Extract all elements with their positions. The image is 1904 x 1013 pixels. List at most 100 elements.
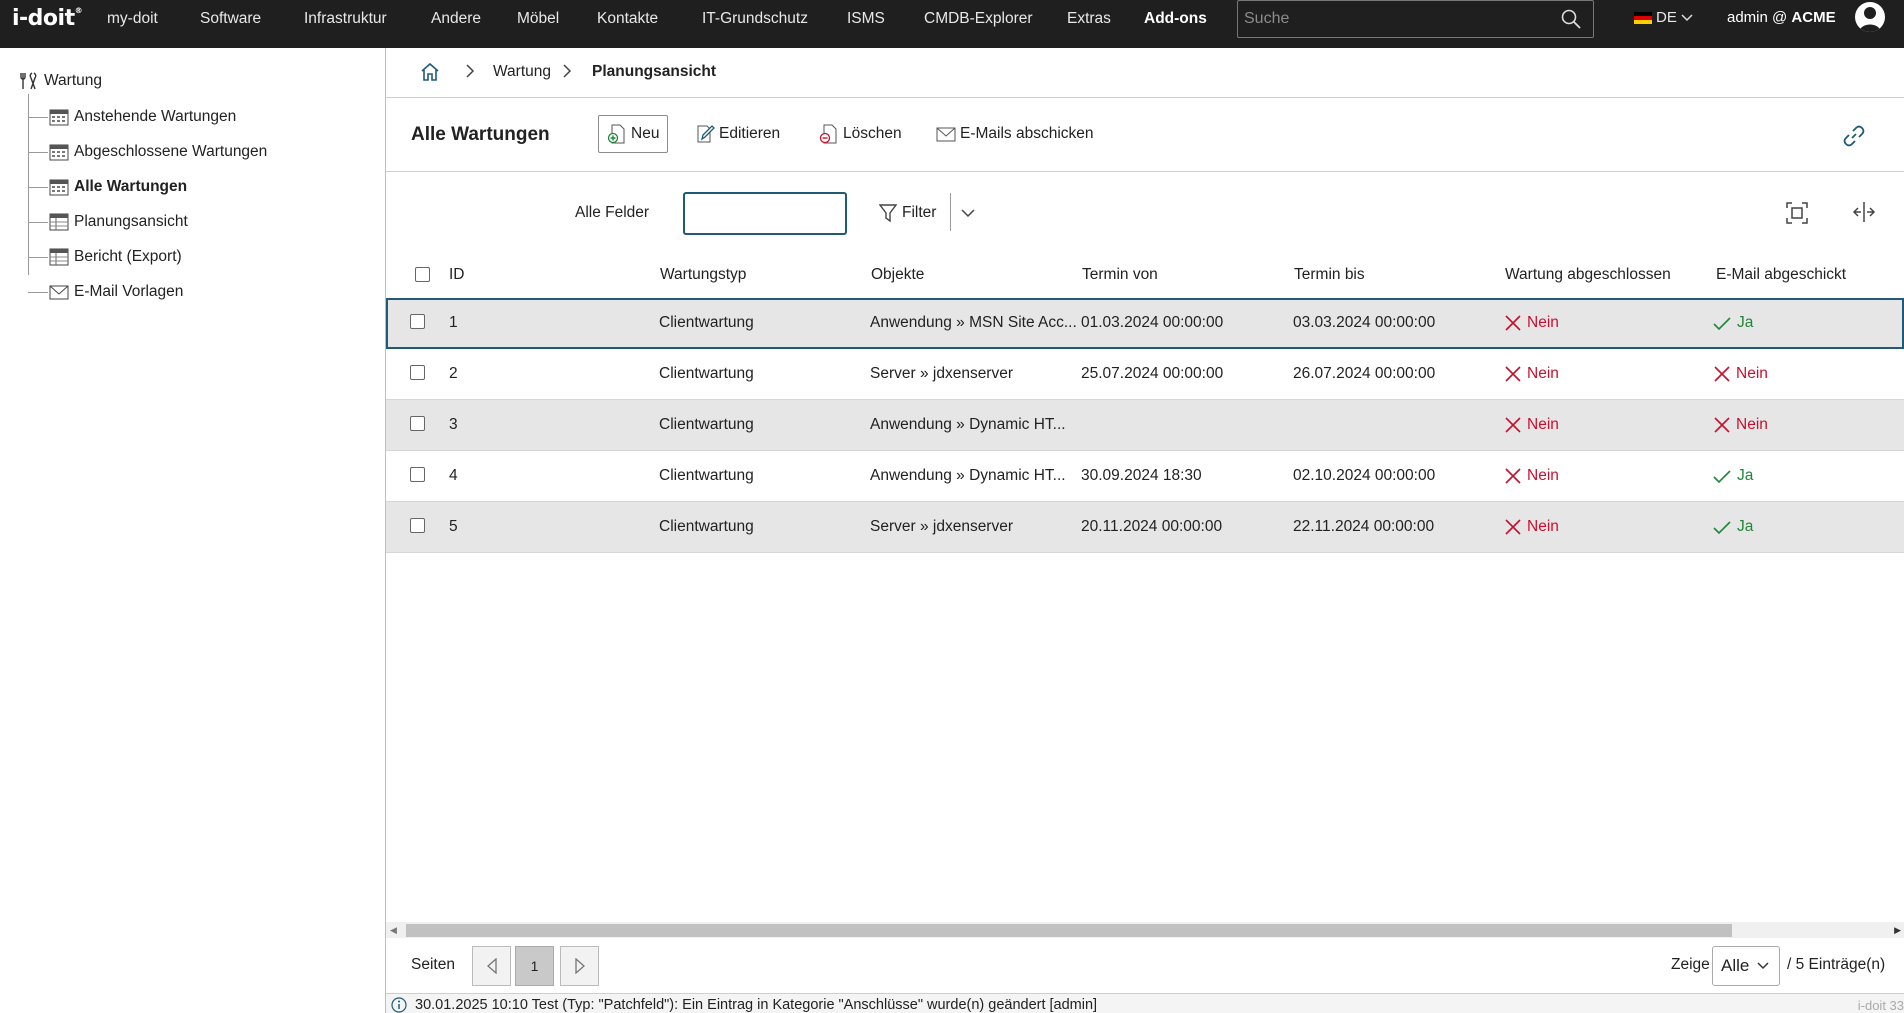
column-header-wartung-abgeschlossen[interactable]: Wartung abgeschlossen bbox=[1505, 266, 1671, 284]
cell-id: 4 bbox=[449, 467, 458, 484]
check-icon bbox=[1713, 317, 1731, 330]
chevron-down-icon[interactable] bbox=[961, 205, 975, 222]
cell-objects[interactable]: Anwendung » Dynamic HT... bbox=[870, 467, 1066, 485]
table-row[interactable]: 5 Clientwartung Server » jdxenserver 20.… bbox=[386, 502, 1904, 553]
cell-objects[interactable]: Anwendung » MSN Site Acc... bbox=[870, 314, 1077, 332]
row-checkbox[interactable] bbox=[410, 365, 425, 380]
top-navigation: i-doit® my-doit Software Infrastruktur A… bbox=[0, 0, 1904, 48]
nav-item-cmdb-explorer[interactable]: CMDB-Explorer bbox=[924, 0, 1033, 48]
nav-item-extras[interactable]: Extras bbox=[1067, 0, 1111, 48]
cell-from: 01.03.2024 00:00:00 bbox=[1081, 314, 1224, 331]
edit-button-label: Editieren bbox=[719, 125, 781, 142]
column-header-id[interactable]: ID bbox=[449, 266, 465, 284]
column-header-termin-bis[interactable]: Termin bis bbox=[1294, 266, 1365, 284]
column-header-email-abgeschickt[interactable]: E-Mail abgeschickt bbox=[1716, 266, 1846, 284]
edit-button[interactable]: Editieren bbox=[687, 115, 788, 153]
sidebar-item-abgeschlossene-wartungen[interactable]: Abgeschlossene Wartungen bbox=[28, 141, 267, 163]
nav-item-it-grundschutz[interactable]: IT-Grundschutz bbox=[702, 0, 808, 48]
cell-from: 30.09.2024 18:30 bbox=[1081, 467, 1202, 484]
page-button-current[interactable]: 1 bbox=[515, 946, 554, 986]
row-checkbox[interactable] bbox=[410, 416, 425, 431]
table-row[interactable]: 3 Clientwartung Anwendung » Dynamic HT..… bbox=[386, 400, 1904, 451]
column-resize-icon[interactable] bbox=[1852, 201, 1876, 227]
avatar[interactable] bbox=[1855, 2, 1885, 32]
check-icon bbox=[1713, 470, 1731, 483]
nav-item-andere[interactable]: Andere bbox=[431, 0, 481, 48]
toolbar: Alle Wartungen Neu Editieren Löschen E-M… bbox=[386, 98, 1904, 172]
show-label: Zeige bbox=[1671, 956, 1710, 973]
nav-item-software[interactable]: Software bbox=[200, 0, 261, 48]
tree-root-wartung[interactable]: Wartung bbox=[20, 72, 102, 90]
scroll-right-icon[interactable]: ▶ bbox=[1894, 925, 1901, 936]
cell-done-label: Nein bbox=[1527, 467, 1559, 484]
cell-type: Clientwartung bbox=[659, 518, 754, 535]
delete-document-icon bbox=[819, 124, 837, 144]
scrollbar-thumb[interactable] bbox=[406, 924, 1732, 937]
row-checkbox[interactable] bbox=[410, 467, 425, 482]
breadcrumb-item-wartung[interactable]: Wartung bbox=[493, 63, 551, 81]
cell-objects[interactable]: Anwendung » Dynamic HT... bbox=[870, 416, 1066, 434]
cell-done-label: Nein bbox=[1527, 314, 1559, 331]
fit-screen-icon[interactable] bbox=[1786, 202, 1808, 228]
cell-id: 2 bbox=[449, 365, 458, 382]
cell-type: Clientwartung bbox=[659, 365, 754, 382]
row-checkbox[interactable] bbox=[410, 314, 425, 329]
cell-objects[interactable]: Server » jdxenserver bbox=[870, 365, 1013, 383]
table-icon bbox=[48, 247, 70, 267]
next-page-button[interactable] bbox=[560, 946, 599, 986]
send-emails-button[interactable]: E-Mails abschicken bbox=[928, 115, 1102, 153]
prev-page-button[interactable] bbox=[472, 946, 511, 986]
search-input[interactable] bbox=[1238, 1, 1538, 37]
table-row[interactable]: 4 Clientwartung Anwendung » Dynamic HT..… bbox=[386, 451, 1904, 502]
new-button-label: Neu bbox=[631, 125, 660, 142]
cell-from: 20.11.2024 00:00:00 bbox=[1081, 518, 1223, 535]
table-header: ID Wartungstyp Objekte Termin von Termin… bbox=[386, 253, 1904, 297]
cell-id: 5 bbox=[449, 518, 458, 535]
cell-mail-label: Nein bbox=[1736, 365, 1768, 382]
column-header-termin-von[interactable]: Termin von bbox=[1082, 266, 1158, 284]
column-header-objekte[interactable]: Objekte bbox=[871, 266, 924, 284]
sidebar-item-anstehende-wartungen[interactable]: Anstehende Wartungen bbox=[28, 106, 236, 128]
sidebar-item-alle-wartungen[interactable]: Alle Wartungen bbox=[28, 176, 187, 198]
select-all-checkbox[interactable] bbox=[415, 267, 430, 282]
table-icon bbox=[48, 212, 70, 232]
user-menu[interactable]: admin @ ACME bbox=[1727, 9, 1836, 26]
cross-icon bbox=[1505, 417, 1521, 433]
cell-mail-label: Nein bbox=[1736, 416, 1768, 433]
sidebar-item-planungsansicht[interactable]: Planungsansicht bbox=[28, 211, 188, 233]
calendar-icon bbox=[48, 107, 70, 127]
cell-mail: Ja bbox=[1713, 314, 1753, 332]
nav-item-moebel[interactable]: Möbel bbox=[517, 0, 559, 48]
column-header-wartungstyp[interactable]: Wartungstyp bbox=[660, 266, 746, 284]
page-size-select[interactable]: Alle bbox=[1712, 946, 1780, 986]
chevron-right-icon bbox=[562, 64, 572, 83]
table-row[interactable]: 2 Clientwartung Server » jdxenserver 25.… bbox=[386, 349, 1904, 400]
delete-button[interactable]: Löschen bbox=[811, 115, 910, 153]
language-selector[interactable]: DE bbox=[1634, 9, 1693, 26]
nav-item-add-ons[interactable]: Add-ons bbox=[1144, 0, 1207, 48]
link-icon[interactable] bbox=[1842, 124, 1866, 152]
cell-objects[interactable]: Server » jdxenserver bbox=[870, 518, 1013, 536]
cross-icon bbox=[1505, 366, 1521, 382]
new-button[interactable]: Neu bbox=[598, 115, 669, 153]
nav-item-isms[interactable]: ISMS bbox=[847, 0, 885, 48]
filter-input[interactable] bbox=[683, 192, 847, 235]
table-row[interactable]: 1 Clientwartung Anwendung » MSN Site Acc… bbox=[386, 298, 1904, 349]
scroll-left-icon[interactable]: ◀ bbox=[390, 925, 397, 936]
send-emails-button-label: E-Mails abschicken bbox=[960, 125, 1094, 142]
nav-item-infrastruktur[interactable]: Infrastruktur bbox=[304, 0, 387, 48]
sidebar-item-bericht-export[interactable]: Bericht (Export) bbox=[28, 246, 182, 268]
row-checkbox[interactable] bbox=[410, 518, 425, 533]
cross-icon bbox=[1714, 366, 1730, 382]
tree-root-label: Wartung bbox=[44, 72, 103, 89]
triangle-right-icon bbox=[574, 958, 585, 974]
horizontal-scrollbar[interactable]: ◀ ▶ bbox=[386, 922, 1904, 938]
nav-item-my-doit[interactable]: my-doit bbox=[107, 0, 158, 48]
tools-icon bbox=[20, 72, 37, 90]
home-icon[interactable] bbox=[420, 62, 440, 87]
nav-item-kontakte[interactable]: Kontakte bbox=[597, 0, 658, 48]
filter-button[interactable]: Filter bbox=[879, 193, 936, 233]
sidebar-item-email-vorlagen[interactable]: E-Mail Vorlagen bbox=[28, 281, 183, 303]
search-icon[interactable] bbox=[1561, 9, 1581, 33]
logo[interactable]: i-doit® bbox=[12, 6, 83, 31]
